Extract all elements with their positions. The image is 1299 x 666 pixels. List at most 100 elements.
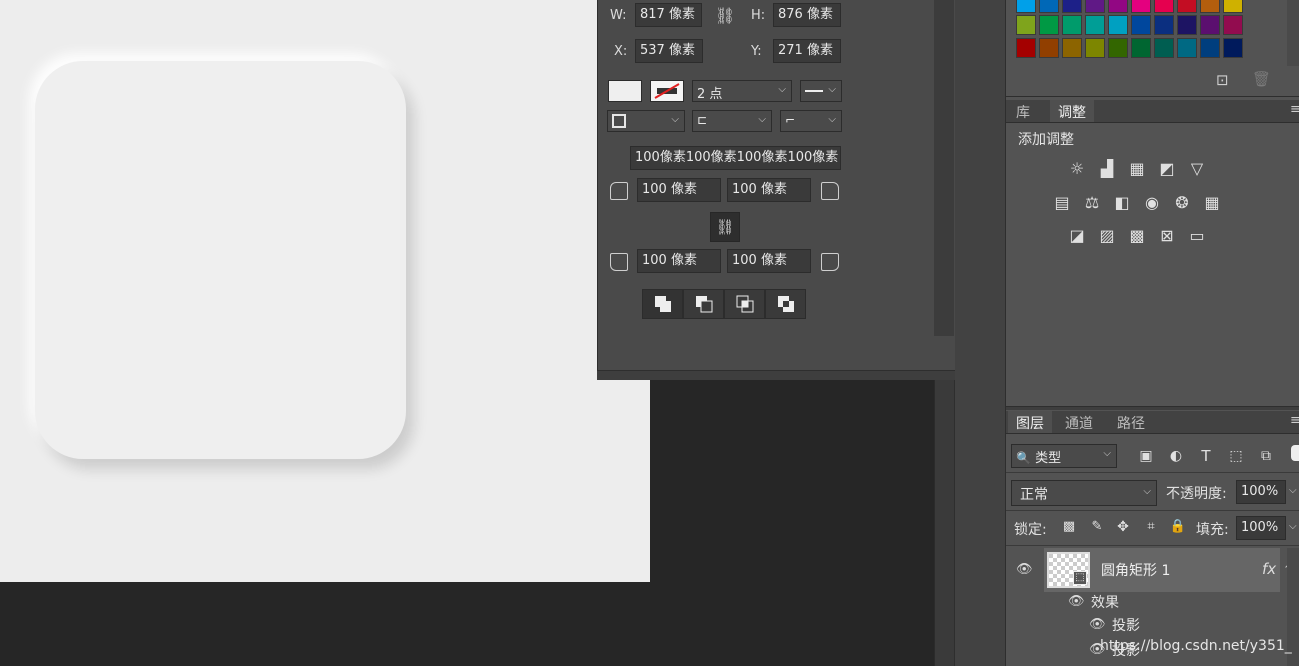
document-canvas[interactable] bbox=[0, 0, 650, 582]
panel-resize-handle[interactable] bbox=[597, 370, 955, 380]
chevron-down-icon[interactable]: ⌵ bbox=[1289, 521, 1297, 532]
color-swatch[interactable] bbox=[1177, 15, 1197, 35]
type-layer-filter-icon[interactable]: T bbox=[1195, 445, 1217, 467]
exposure-icon[interactable]: ◩ bbox=[1156, 158, 1178, 180]
shape-layer-filter-icon[interactable]: ⬚ bbox=[1225, 445, 1247, 467]
color-swatch[interactable] bbox=[1154, 38, 1174, 58]
bottom-right-radius-field[interactable]: 100 像素 bbox=[727, 249, 811, 273]
fill-swatch[interactable] bbox=[608, 80, 642, 102]
visibility-eye-icon[interactable]: 👁 bbox=[1068, 594, 1085, 609]
hue-saturation-icon[interactable]: ▤ bbox=[1051, 192, 1073, 214]
color-swatch[interactable] bbox=[1200, 38, 1220, 58]
color-swatch[interactable] bbox=[1016, 15, 1036, 35]
tab-layers[interactable]: 图层 bbox=[1008, 411, 1052, 433]
lock-artboard-icon[interactable]: ⌗ bbox=[1140, 516, 1162, 538]
panel-menu-icon[interactable]: ≡ bbox=[1290, 413, 1299, 428]
color-swatch[interactable] bbox=[1223, 38, 1243, 58]
color-swatch[interactable] bbox=[1223, 0, 1243, 13]
top-left-radius-field[interactable]: 100 像素 bbox=[637, 178, 721, 202]
tab-library[interactable]: 库 bbox=[1008, 100, 1038, 122]
visibility-eye-icon[interactable]: 👁 bbox=[1016, 562, 1033, 577]
filter-kind-dropdown[interactable]: 🔍 类型 ⌵ bbox=[1011, 444, 1117, 468]
line-cap-dropdown[interactable]: ⊏ ⌵ bbox=[692, 110, 772, 132]
color-swatch[interactable] bbox=[1131, 38, 1151, 58]
color-swatch[interactable] bbox=[1200, 15, 1220, 35]
color-swatch[interactable] bbox=[1131, 15, 1151, 35]
fx-badge[interactable]: fx bbox=[1262, 560, 1276, 578]
lock-transparency-icon[interactable]: ▩ bbox=[1058, 516, 1080, 538]
properties-scrollbar[interactable] bbox=[934, 0, 954, 336]
stroke-swatch[interactable] bbox=[650, 80, 684, 102]
canvas-scrollbar[interactable] bbox=[934, 380, 954, 666]
x-field[interactable]: 537 像素 bbox=[635, 39, 703, 63]
photo-filter-icon[interactable]: ◉ bbox=[1141, 192, 1163, 214]
curves-icon[interactable]: ▦ bbox=[1126, 158, 1148, 180]
drop-shadow-effect[interactable]: 投影 bbox=[1112, 615, 1140, 635]
combine-shapes-button[interactable] bbox=[642, 289, 683, 319]
gradient-map-icon[interactable]: ▭ bbox=[1186, 225, 1208, 247]
color-swatch[interactable] bbox=[1154, 0, 1174, 13]
color-swatch[interactable] bbox=[1108, 0, 1128, 13]
lock-position-icon[interactable]: ✥ bbox=[1112, 516, 1134, 538]
color-swatch[interactable] bbox=[1177, 0, 1197, 13]
color-swatch[interactable] bbox=[1039, 38, 1059, 58]
color-swatch[interactable] bbox=[1085, 0, 1105, 13]
height-field[interactable]: 876 像素 bbox=[773, 3, 841, 27]
black-white-icon[interactable]: ◧ bbox=[1111, 192, 1133, 214]
color-swatch[interactable] bbox=[1108, 38, 1128, 58]
color-swatch[interactable] bbox=[1154, 15, 1174, 35]
link-radii-button[interactable]: ⛓ bbox=[710, 212, 740, 242]
subtract-shape-button[interactable] bbox=[683, 289, 724, 319]
channel-mixer-icon[interactable]: ❂ bbox=[1171, 192, 1193, 214]
layer-name[interactable]: 圆角矩形 1 bbox=[1101, 560, 1170, 580]
color-swatch[interactable] bbox=[1131, 0, 1151, 13]
levels-icon[interactable]: ▟ bbox=[1096, 158, 1118, 180]
panel-menu-icon[interactable]: ≡ bbox=[1290, 102, 1299, 117]
color-lookup-icon[interactable]: ▦ bbox=[1201, 192, 1223, 214]
color-swatch[interactable] bbox=[1177, 38, 1197, 58]
opacity-field[interactable]: 100% bbox=[1236, 480, 1286, 504]
filter-toggle[interactable] bbox=[1291, 445, 1299, 461]
pixel-layer-filter-icon[interactable]: ▣ bbox=[1135, 445, 1157, 467]
stroke-align-dropdown[interactable]: ⌵ bbox=[607, 110, 685, 132]
color-swatch[interactable] bbox=[1039, 0, 1059, 13]
stroke-width-dropdown[interactable]: 2 点 ⌵ bbox=[692, 80, 792, 102]
vibrance-icon[interactable]: ▽ bbox=[1186, 158, 1208, 180]
intersect-shape-button[interactable] bbox=[724, 289, 765, 319]
invert-icon[interactable]: ◪ bbox=[1066, 225, 1088, 247]
chevron-down-icon[interactable]: ⌵ bbox=[1289, 485, 1297, 496]
line-join-dropdown[interactable]: ⌐ ⌵ bbox=[780, 110, 842, 132]
corner-radii-field[interactable]: 100像素100像素100像素100像素 bbox=[630, 146, 841, 170]
adjustment-layer-filter-icon[interactable]: ◐ bbox=[1165, 445, 1187, 467]
swatches-scrollbar[interactable] bbox=[1287, 0, 1299, 66]
blend-mode-dropdown[interactable]: 正常 ⌵ bbox=[1011, 480, 1157, 506]
width-field[interactable]: 817 像素 bbox=[635, 3, 702, 27]
tab-channels[interactable]: 通道 bbox=[1057, 411, 1101, 433]
color-swatch[interactable] bbox=[1108, 15, 1128, 35]
color-swatch[interactable] bbox=[1200, 0, 1220, 13]
color-swatch[interactable] bbox=[1039, 15, 1059, 35]
fill-field[interactable]: 100% bbox=[1236, 516, 1286, 540]
color-balance-icon[interactable]: ⚖ bbox=[1081, 192, 1103, 214]
threshold-icon[interactable]: ▩ bbox=[1126, 225, 1148, 247]
color-swatch[interactable] bbox=[1016, 38, 1036, 58]
color-swatch[interactable] bbox=[1062, 15, 1082, 35]
lock-pixels-icon[interactable]: ✎ bbox=[1086, 516, 1108, 538]
rounded-rectangle-shape[interactable] bbox=[35, 61, 406, 459]
lock-all-icon[interactable]: 🔒 bbox=[1167, 516, 1189, 538]
panel-divider[interactable] bbox=[1006, 406, 1299, 410]
top-right-radius-field[interactable]: 100 像素 bbox=[727, 178, 811, 202]
y-field[interactable]: 271 像素 bbox=[773, 39, 841, 63]
color-swatch[interactable] bbox=[1062, 38, 1082, 58]
stroke-type-dropdown[interactable]: ⌵ bbox=[800, 80, 842, 102]
new-swatch-icon[interactable]: ⊡ bbox=[1216, 71, 1229, 89]
visibility-eye-icon[interactable]: 👁 bbox=[1089, 617, 1106, 632]
link-icon[interactable]: ⛓ bbox=[715, 6, 735, 25]
tab-adjustments[interactable]: 调整 bbox=[1050, 100, 1094, 122]
bottom-left-radius-field[interactable]: 100 像素 bbox=[637, 249, 721, 273]
exclude-shape-button[interactable] bbox=[765, 289, 806, 319]
trash-icon[interactable]: 🗑 bbox=[1252, 70, 1271, 88]
color-swatch[interactable] bbox=[1085, 15, 1105, 35]
posterize-icon[interactable]: ▨ bbox=[1096, 225, 1118, 247]
brightness-contrast-icon[interactable]: ☼ bbox=[1066, 158, 1088, 180]
